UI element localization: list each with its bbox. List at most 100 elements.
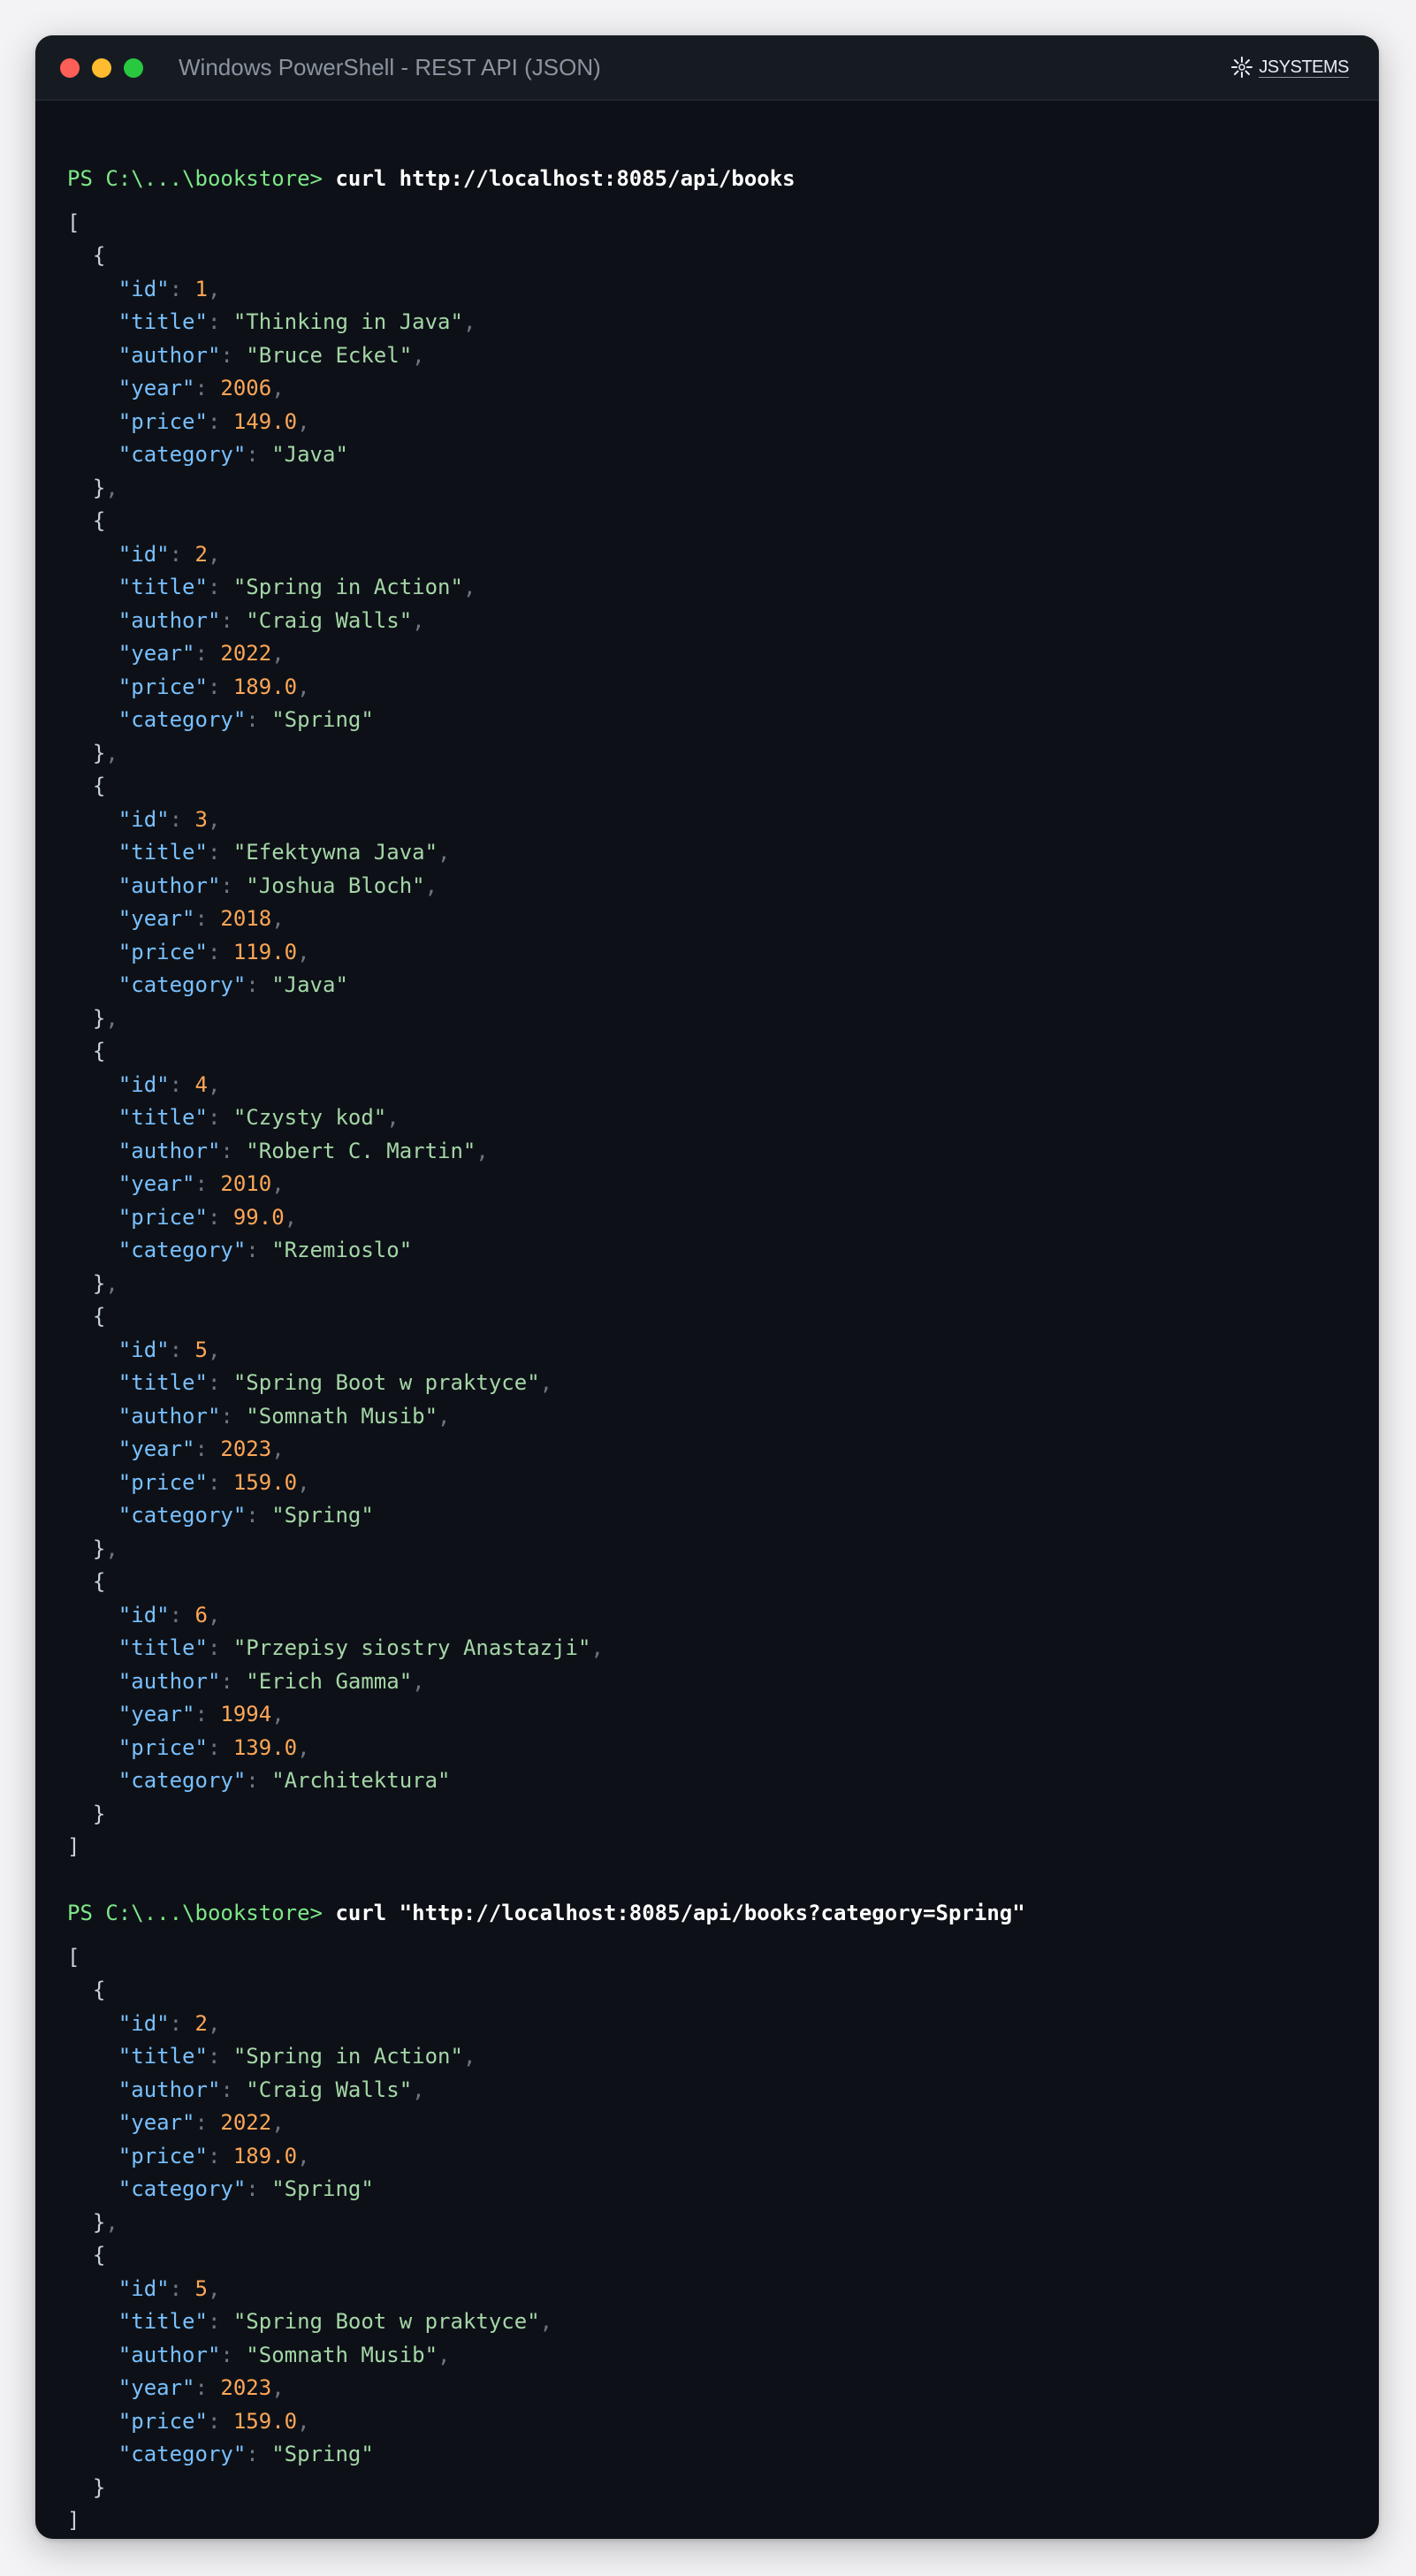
json-field-author: "author": "Craig Walls", (67, 2074, 1347, 2107)
json-array-close: ] (67, 2504, 1347, 2538)
terminal-output[interactable]: PS C:\...\bookstore> curl http://localho… (67, 163, 1347, 2538)
close-button[interactable] (60, 58, 80, 78)
json-object-close: }, (67, 2206, 1347, 2240)
json-key: "category" (118, 972, 247, 997)
colon: : (207, 2408, 233, 2434)
comma: , (476, 1138, 489, 1163)
colon: : (207, 1734, 233, 1760)
json-field-year: "year": 2023, (67, 2372, 1347, 2405)
json-value: 2022 (220, 2110, 272, 2135)
comma: , (105, 740, 118, 766)
colon: : (169, 1071, 195, 1097)
comma: , (207, 276, 221, 301)
json-key: "price" (118, 2408, 208, 2434)
window-controls (60, 58, 156, 78)
colon: : (246, 707, 272, 732)
title-bar: Windows PowerShell - REST API (JSON) JSY… (35, 35, 1379, 101)
json-field-author: "author": "Erich Gamma", (67, 1665, 1347, 1699)
brace: { (92, 2243, 106, 2267)
brace: } (92, 1801, 106, 1826)
colon: : (207, 2143, 233, 2168)
colon: : (220, 1403, 247, 1429)
colon: : (207, 408, 233, 434)
json-value: "Craig Walls" (246, 607, 413, 633)
json-field-id: "id": 4, (67, 1069, 1347, 1102)
json-field-title: "title": "Efektywna Java", (67, 836, 1347, 870)
json-value: 189.0 (232, 2143, 298, 2168)
json-value: 2018 (220, 906, 272, 931)
json-value: "Robert C. Martin" (246, 1138, 476, 1163)
json-key: "year" (118, 2375, 195, 2400)
json-key: "id" (118, 1337, 170, 1362)
json-key: "price" (118, 1734, 208, 1760)
json-value: 2006 (220, 376, 272, 400)
colon: : (207, 939, 233, 964)
brace: } (92, 2209, 106, 2235)
comma: , (271, 906, 285, 931)
prompt-text: PS C:\...\bookstore> (67, 1901, 323, 1925)
colon: : (169, 1337, 195, 1362)
maximize-button[interactable] (124, 58, 143, 78)
json-object-open: { (67, 770, 1347, 804)
json-key: "category" (118, 1503, 247, 1528)
comma: , (207, 1071, 221, 1097)
json-value: "Java" (271, 442, 348, 467)
json-key: "id" (118, 2010, 170, 2036)
json-value: 2 (194, 541, 208, 567)
brace: { (92, 1039, 106, 1063)
json-value: "Erich Gamma" (246, 1668, 413, 1694)
json-field-year: "year": 2023, (67, 1433, 1347, 1467)
colon: : (194, 376, 221, 400)
json-field-price: "price": 139.0, (67, 1732, 1347, 1765)
command-text: curl "http://localhost:8085/api/books?ca… (335, 1901, 1025, 1925)
json-object-close: }, (67, 1268, 1347, 1301)
json-array-close: ] (67, 1831, 1347, 1864)
window-title: Windows PowerShell - REST API (JSON) (179, 54, 601, 80)
minimize-button[interactable] (92, 58, 111, 78)
json-key: "year" (118, 1437, 195, 1461)
json-field-author: "author": "Joshua Bloch", (67, 870, 1347, 903)
colon: : (169, 2010, 195, 2036)
prompt-text: PS C:\...\bookstore> (67, 166, 323, 191)
json-response: [ { "id": 2, "title": "Spring in Action"… (67, 1941, 1347, 2538)
json-field-author: "author": "Somnath Musib", (67, 2339, 1347, 2373)
brace: } (92, 1270, 106, 1296)
brace: { (92, 774, 106, 798)
json-value: 2010 (220, 1171, 272, 1196)
colon: : (220, 873, 247, 898)
json-key: "id" (118, 2275, 170, 2301)
json-object-open: { (67, 1300, 1347, 1334)
colon: : (194, 1702, 221, 1726)
json-field-id: "id": 5, (67, 2273, 1347, 2306)
brace: { (92, 508, 106, 533)
json-value: 2 (194, 2010, 208, 2036)
colon: : (207, 2044, 233, 2069)
json-field-author: "author": "Craig Walls", (67, 605, 1347, 638)
json-value: "Spring in Action" (232, 575, 463, 599)
prompt-line: PS C:\...\bookstore> curl "http://localh… (67, 1897, 1347, 1931)
json-value: 6 (194, 1602, 208, 1627)
json-object-close: }, (67, 737, 1347, 771)
json-field-id: "id": 3, (67, 804, 1347, 837)
json-object-close: }, (67, 1533, 1347, 1566)
json-field-price: "price": 149.0, (67, 406, 1347, 439)
json-value: "Czysty kod" (232, 1105, 387, 1130)
colon: : (207, 1204, 233, 1230)
json-value: 149.0 (232, 408, 298, 434)
json-field-category: "category": "Spring" (67, 1499, 1347, 1533)
colon: : (169, 541, 195, 567)
comma: , (271, 2375, 285, 2400)
comma: , (284, 1204, 298, 1230)
json-key: "id" (118, 276, 170, 301)
colon: : (207, 575, 233, 599)
json-field-title: "title": "Przepisy siostry Anastazji", (67, 1632, 1347, 1665)
json-field-id: "id": 2, (67, 2008, 1347, 2041)
colon: : (194, 1437, 221, 1461)
brace: { (92, 1304, 106, 1329)
json-value: "Thinking in Java" (232, 309, 463, 334)
json-key: "title" (118, 1370, 208, 1395)
json-key: "price" (118, 1469, 208, 1495)
json-key: "price" (118, 674, 208, 699)
comma: , (412, 2077, 425, 2102)
